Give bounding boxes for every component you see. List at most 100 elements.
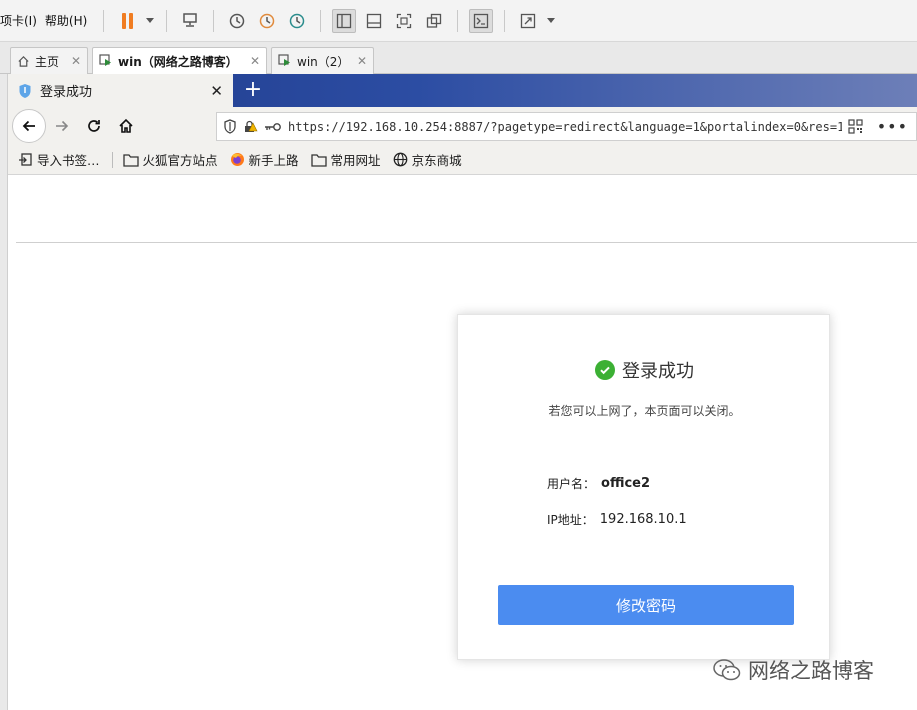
page-title: 登录成功 xyxy=(622,361,694,382)
header-divider xyxy=(16,242,917,243)
bookmark-firefox-site[interactable]: 火狐官方站点 xyxy=(122,150,218,169)
bookmark-label: 导入书签… xyxy=(37,153,100,168)
bookmarks-bar: 导入书签… 火狐官方站点 新手上路 常用网址 京东商城 xyxy=(8,145,917,175)
toolbar-divider xyxy=(213,9,215,32)
clock-revert-icon xyxy=(260,13,275,28)
home-icon xyxy=(119,118,133,133)
vm-tab-strip: 主页 ✕ win（网络之路博客） ✕ win（2） ✕ xyxy=(0,42,917,74)
success-check-icon xyxy=(595,360,615,380)
page-subtitle: 若您可以上网了，本页面可以关闭。 xyxy=(548,404,741,418)
browser-tab-login-success[interactable]: 登录成功 ✕ xyxy=(8,74,233,107)
toolbar-divider xyxy=(457,9,459,32)
console-view-button[interactable] xyxy=(469,8,494,33)
bookmark-divider xyxy=(111,151,113,168)
full-screen-button[interactable] xyxy=(392,9,416,33)
vm-tab-home[interactable]: 主页 ✕ xyxy=(10,47,88,74)
ip-value: 192.168.10.1 xyxy=(599,512,687,527)
close-icon[interactable]: ✕ xyxy=(71,54,81,68)
menu-tabs[interactable]: 项卡(I) xyxy=(0,0,45,42)
vm-tab-label: win（2） xyxy=(297,54,350,69)
toolbar-divider xyxy=(504,9,506,32)
pause-dropdown-icon[interactable] xyxy=(146,18,155,23)
home-icon xyxy=(17,55,30,68)
forward-button[interactable] xyxy=(46,110,78,142)
revert-snapshot-button[interactable] xyxy=(255,9,279,33)
ip-label: IP地址： xyxy=(547,513,594,527)
vm-icon xyxy=(278,54,292,68)
computer-send-icon xyxy=(183,12,198,27)
page-actions-menu[interactable]: ••• xyxy=(877,117,908,136)
reload-icon xyxy=(88,120,100,132)
stretch-guest-button[interactable] xyxy=(516,9,540,33)
bookmark-label: 常用网址 xyxy=(330,153,381,168)
close-icon[interactable]: ✕ xyxy=(250,54,260,68)
bottom-panel-icon xyxy=(367,13,382,28)
url-bar-actions: ••• xyxy=(841,113,916,140)
pause-icon xyxy=(121,12,133,29)
firefox-icon xyxy=(230,152,245,167)
close-icon[interactable]: ✕ xyxy=(357,54,367,68)
arrow-left-icon xyxy=(22,120,35,132)
show-library-button[interactable] xyxy=(332,8,357,33)
watermark: 网络之路博客 xyxy=(712,655,874,685)
bookmark-import[interactable]: 导入书签… xyxy=(18,150,100,169)
bookmark-label: 新手上路 xyxy=(248,153,299,168)
vm-tab-win-blog[interactable]: win（网络之路博客） ✕ xyxy=(92,47,267,74)
import-icon xyxy=(18,152,33,167)
windows-overlap-icon xyxy=(427,13,442,28)
bookmark-getting-started[interactable]: 新手上路 xyxy=(230,150,299,169)
sidebar-icon xyxy=(337,13,352,28)
qr-code-icon[interactable] xyxy=(848,119,863,134)
vm-tab-label: 主页 xyxy=(35,54,60,69)
stretch-dropdown-icon[interactable] xyxy=(547,18,556,23)
bookmark-label: 火狐官方站点 xyxy=(142,153,218,168)
clock-snapshot-icon xyxy=(230,13,245,28)
vm-tab-label: win（网络之路博客） xyxy=(118,54,238,69)
browser-tab-title: 登录成功 xyxy=(40,85,93,100)
thumbnail-bar-button[interactable] xyxy=(362,9,386,33)
toolbar-divider xyxy=(166,9,168,32)
arrow-right-icon xyxy=(56,120,69,132)
close-tab-icon[interactable]: ✕ xyxy=(210,82,223,100)
vm-icon xyxy=(99,54,113,68)
username-row: 用户名： office2 xyxy=(547,475,650,492)
browser-nav-bar: https://192.168.10.254:8887/?pagetype=re… xyxy=(8,107,917,145)
reload-button[interactable] xyxy=(78,110,110,142)
username-value: office2 xyxy=(601,476,651,491)
terminal-icon xyxy=(474,13,489,28)
change-password-button[interactable]: 修改密码 xyxy=(498,585,794,625)
watermark-text: 网络之路博客 xyxy=(748,659,874,683)
menu-help[interactable]: 帮助(H) xyxy=(45,0,95,42)
bookmark-jd[interactable]: 京东商城 xyxy=(393,150,462,169)
new-tab-button[interactable]: + xyxy=(240,78,266,104)
fullscreen-icon xyxy=(397,13,412,28)
send-ctrl-alt-del-button[interactable] xyxy=(178,9,202,33)
folder-icon xyxy=(122,153,139,167)
toolbar-divider xyxy=(103,9,105,32)
wechat-icon xyxy=(712,658,742,682)
vm-tab-win-2[interactable]: win（2） ✕ xyxy=(271,47,374,74)
login-success-card: 登录成功 若您可以上网了，本页面可以关闭。 用户名： office2 IP地址：… xyxy=(457,314,830,660)
unity-button[interactable] xyxy=(422,9,446,33)
toolbar-divider xyxy=(320,9,322,32)
clock-manager-icon xyxy=(290,13,305,28)
url-text: https://192.168.10.254:8887/?pagetype=re… xyxy=(288,119,845,134)
page-content: 登录成功 若您可以上网了，本页面可以关闭。 用户名： office2 IP地址：… xyxy=(8,175,917,710)
back-button[interactable] xyxy=(12,109,46,143)
ip-row: IP地址： 192.168.10.1 xyxy=(547,511,687,528)
bookmark-common-sites[interactable]: 常用网址 xyxy=(310,150,381,169)
snapshot-button[interactable] xyxy=(225,9,249,33)
globe-icon xyxy=(393,152,408,167)
tracking-shield-icon[interactable] xyxy=(223,119,237,134)
home-button[interactable] xyxy=(110,110,142,142)
card-title-row: 登录成功 xyxy=(458,357,831,383)
url-bar[interactable]: https://192.168.10.254:8887/?pagetype=re… xyxy=(216,112,917,141)
snapshot-manager-button[interactable] xyxy=(285,9,309,33)
pause-button[interactable] xyxy=(115,9,139,33)
folder-icon xyxy=(310,153,327,167)
key-icon[interactable] xyxy=(264,121,282,133)
browser-tab-bar: 登录成功 ✕ + xyxy=(8,74,917,107)
insecure-lock-icon[interactable] xyxy=(243,119,258,134)
vm-left-frame xyxy=(0,74,8,710)
expand-icon xyxy=(521,13,536,28)
